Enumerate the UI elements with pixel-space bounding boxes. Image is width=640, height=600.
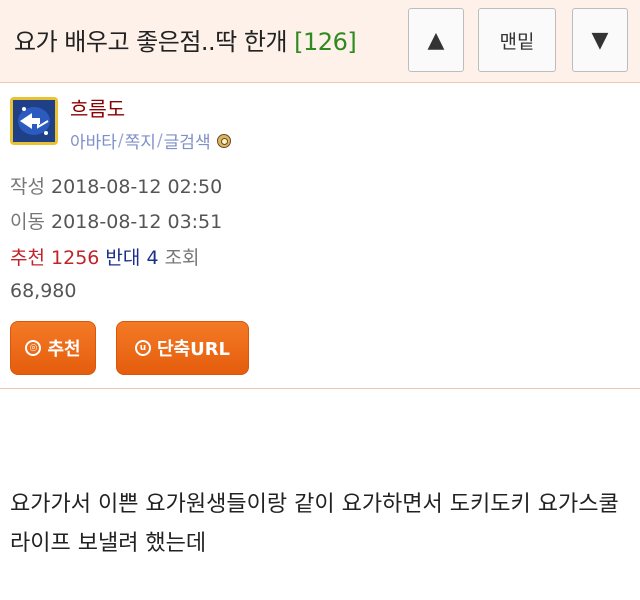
views-count: 68,980 — [10, 280, 77, 302]
thumb-circle-icon: ◎ — [25, 340, 42, 356]
oppose-count: 4 — [146, 247, 159, 269]
scroll-up-button[interactable]: ▲ — [408, 8, 464, 72]
written-date-row: 작성 2018-08-12 02:50 — [10, 172, 222, 199]
post-title: 요가 배우고 좋은점..딱 한개 [126] — [14, 22, 357, 57]
post-title-text: 요가 배우고 좋은점..딱 한개 — [14, 28, 288, 56]
recommend-label: 추천 — [10, 247, 45, 269]
triangle-down-icon: ▼ — [591, 27, 609, 53]
post-header: 요가 배우고 좋은점..딱 한개 [126] ▲ 맨밑 ▼ — [0, 0, 640, 83]
content-divider — [0, 388, 640, 389]
avatar[interactable] — [10, 97, 58, 145]
link-circle-icon: u — [134, 340, 151, 356]
moved-date-row: 이동 2018-08-12 03:51 — [10, 207, 222, 234]
avatar-icon — [10, 97, 58, 145]
author-name[interactable]: 흐름도 — [70, 93, 125, 122]
views-row: 68,980 — [10, 280, 76, 302]
scroll-down-button[interactable]: ▼ — [572, 8, 628, 72]
author-links: 아바타 / 쪽지 / 글검색 — [70, 128, 231, 153]
level-badge-icon — [216, 133, 231, 148]
short-url-button[interactable]: u 단축URL — [116, 321, 249, 375]
message-link[interactable]: 쪽지 — [125, 128, 156, 153]
post-body-text: 요가가서 이쁜 요가원생들이랑 같이 요가하면서 도키도키 요가스쿨 라이프 보… — [10, 492, 619, 556]
short-url-button-label: 단축URL — [156, 339, 231, 360]
written-date: 2018-08-12 02:50 — [51, 176, 223, 198]
moved-label: 이동 — [10, 211, 45, 233]
post-search-link[interactable]: 글검색 — [164, 128, 211, 153]
comment-count[interactable]: [126] — [294, 28, 357, 56]
moved-date: 2018-08-12 03:51 — [51, 211, 223, 233]
stats-row: 추천 1256 반대 4 조회 — [10, 243, 200, 270]
link-separator: / — [117, 130, 124, 151]
triangle-up-icon: ▲ — [427, 27, 445, 53]
views-label: 조회 — [164, 247, 200, 269]
link-separator: / — [156, 130, 163, 151]
recommend-count: 1256 — [51, 247, 100, 269]
recommend-button[interactable]: ◎ 추천 — [10, 321, 96, 375]
go-bottom-button[interactable]: 맨밑 — [478, 8, 556, 72]
avatar-link[interactable]: 아바타 — [70, 128, 117, 153]
oppose-label: 반대 — [105, 247, 141, 269]
recommend-button-label: 추천 — [47, 339, 81, 360]
written-label: 작성 — [10, 176, 45, 198]
